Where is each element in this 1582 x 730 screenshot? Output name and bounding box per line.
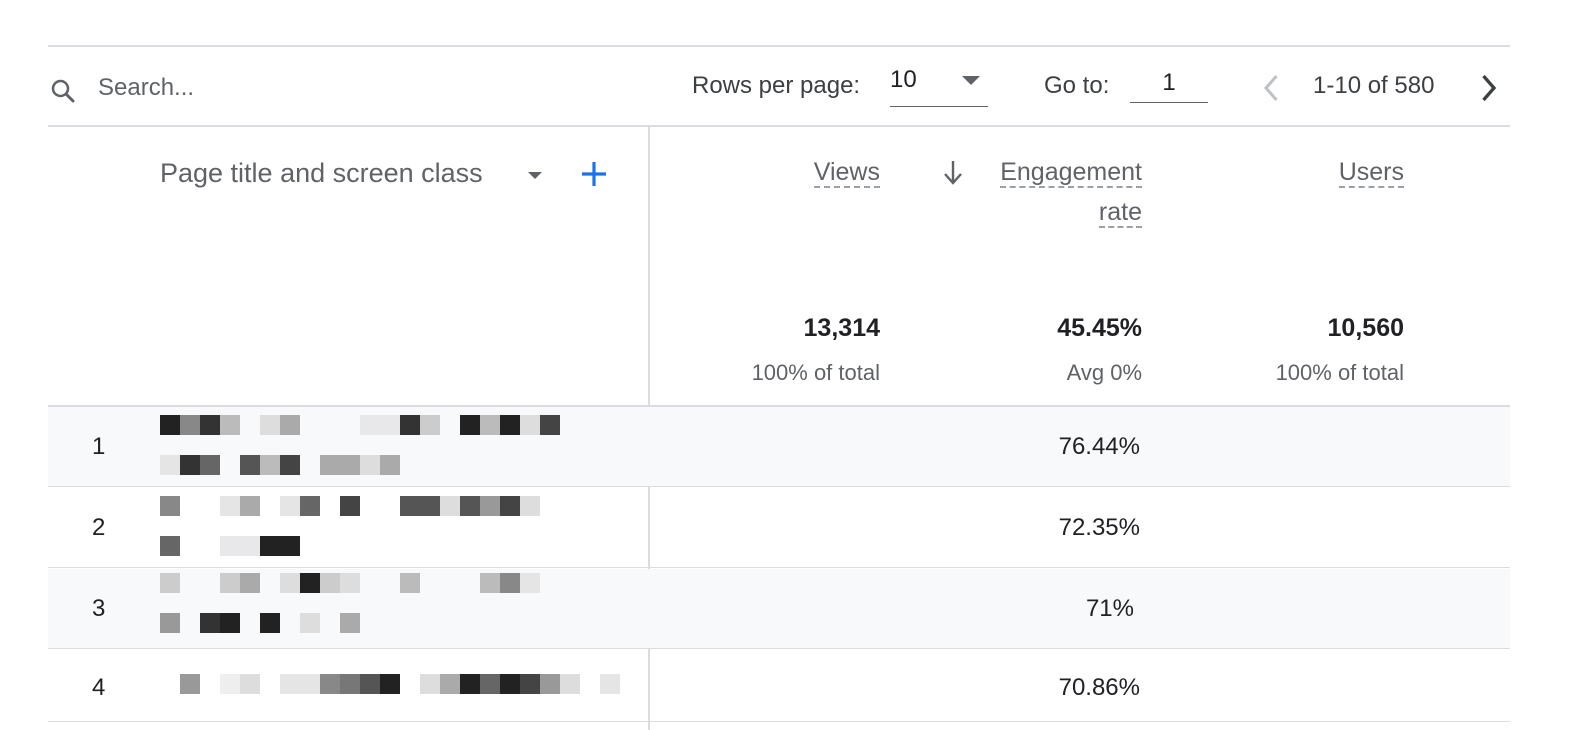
search-icon — [51, 79, 75, 103]
engagement-rate-total-sub: Avg 0% — [1066, 360, 1142, 385]
chevron-down-icon[interactable] — [528, 172, 542, 179]
top-divider — [48, 45, 1510, 47]
views-header[interactable]: Views — [813, 152, 880, 192]
row-divider — [48, 567, 1510, 568]
engagement-rate-header[interactable]: Engagement rate — [1000, 152, 1142, 232]
engagement-rate-header-line1: Engagement — [1000, 158, 1142, 188]
row-engagement-rate: 76.44% — [1058, 433, 1140, 460]
goto-label: Go to: — [1044, 72, 1110, 99]
toolbar-divider — [48, 125, 1510, 127]
redacted-page-title — [160, 415, 646, 479]
row-divider — [48, 486, 1510, 487]
pagination-range: 1-10 of 580 — [1313, 72, 1435, 99]
engagement-rate-total: 45.45% — [1057, 314, 1142, 342]
report-table: Rows per page: 10 Go to: 1-10 of 580 Pag… — [48, 0, 1510, 730]
row-divider — [48, 721, 1510, 722]
rows-per-page-label: Rows per page: — [692, 72, 861, 99]
add-icon[interactable] — [578, 158, 610, 190]
row-index: 4 — [92, 674, 106, 701]
row-divider — [48, 648, 1510, 649]
rows-per-page-select[interactable]: 10 — [890, 62, 988, 107]
table-row[interactable]: 4 70.86% — [48, 650, 1510, 722]
chevron-left-icon[interactable] — [1254, 68, 1290, 108]
row-engagement-rate: 71% — [1085, 595, 1134, 622]
chevron-right-icon[interactable] — [1470, 68, 1506, 108]
rows-per-page-value: 10 — [890, 66, 917, 93]
row-engagement-rate: 72.35% — [1058, 514, 1140, 541]
table-row[interactable]: 1 76.44% — [48, 407, 1510, 487]
search-input[interactable] — [98, 70, 398, 106]
views-header-label: Views — [813, 158, 880, 188]
users-total: 10,560 — [1327, 314, 1404, 342]
arrow-down-icon — [944, 161, 962, 185]
users-total-sub: 100% of total — [1275, 360, 1404, 385]
chevron-down-icon — [962, 76, 980, 85]
redacted-page-title — [160, 573, 646, 637]
row-index: 3 — [92, 595, 106, 622]
row-engagement-rate: 70.86% — [1058, 674, 1140, 701]
users-header[interactable]: Users — [1338, 152, 1404, 192]
dimension-header: Page title and screen class — [160, 158, 483, 188]
table-row[interactable]: 3 71% — [48, 569, 1510, 649]
table-row[interactable]: 2 72.35% — [48, 488, 1510, 568]
views-total-sub: 100% of total — [751, 360, 880, 385]
row-index: 2 — [92, 514, 106, 541]
redacted-page-title — [160, 496, 646, 560]
users-header-label: Users — [1338, 158, 1404, 188]
row-index: 1 — [92, 433, 106, 460]
goto-page-input[interactable] — [1130, 64, 1208, 103]
views-total: 13,314 — [803, 314, 880, 342]
engagement-rate-header-line2: rate — [1098, 198, 1142, 228]
redacted-page-title — [160, 674, 646, 698]
